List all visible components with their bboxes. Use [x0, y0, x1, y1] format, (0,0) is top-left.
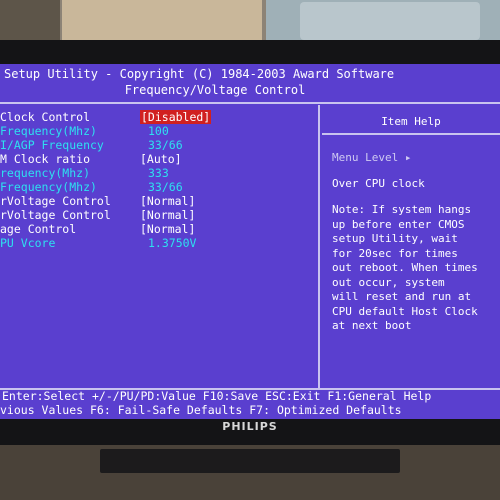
- setting-label: Frequency(Mhz): [0, 124, 97, 138]
- setting-label: rVoltage Control: [0, 208, 111, 222]
- divider-vertical: [318, 105, 320, 388]
- wall-picture-inner: [300, 2, 480, 40]
- setting-label: requency(Mhz): [0, 166, 91, 180]
- desk: [0, 445, 500, 500]
- bios-header: Setup Utility - Copyright (C) 1984-2003 …: [0, 64, 500, 104]
- setting-label: Clock Control: [0, 110, 91, 124]
- divider-top: [0, 102, 500, 104]
- monitor-brand-logo: PHILIPS: [222, 420, 278, 433]
- bios-title: Setup Utility - Copyright (C) 1984-2003 …: [4, 67, 395, 81]
- setting-label: M Clock ratio: [0, 152, 91, 166]
- bios-page-title: Frequency/Voltage Control: [124, 83, 306, 97]
- setting-value: 1.3750V: [148, 236, 197, 250]
- setting-label: age Control: [0, 222, 77, 236]
- help-item-title: Over CPU clock: [332, 177, 425, 190]
- setting-label: PU Vcore: [0, 236, 56, 250]
- help-note: Note: If system hangs up before enter CM…: [332, 203, 478, 332]
- setting-value: 33/66: [148, 180, 183, 194]
- setting-label: I/AGP Frequency: [0, 138, 104, 152]
- key-legend-line2: vious Values F6: Fail-Safe Defaults F7: …: [0, 403, 402, 417]
- menu-level: Menu Level ▸: [332, 151, 412, 164]
- key-legend-line1: Enter:Select +/-/PU/PD:Value F10:Save ES…: [2, 389, 432, 403]
- setting-value[interactable]: [Auto]: [140, 152, 182, 166]
- bios-screen: Setup Utility - Copyright (C) 1984-2003 …: [0, 64, 500, 419]
- setting-value: 33/66: [148, 138, 183, 152]
- setting-label: Frequency(Mhz): [0, 180, 97, 194]
- wall-decor: [62, 0, 262, 42]
- setting-value[interactable]: [Normal]: [140, 194, 195, 208]
- setting-value[interactable]: [Normal]: [140, 208, 195, 222]
- setting-label: rVoltage Control: [0, 194, 111, 208]
- setting-value[interactable]: [Normal]: [140, 222, 195, 236]
- help-title-divider: [322, 133, 500, 135]
- setting-value-selected[interactable]: [Disabled]: [140, 110, 212, 124]
- monitor-stand: [100, 449, 400, 473]
- setting-value: 100: [148, 124, 169, 138]
- help-title: Item Help: [381, 115, 441, 128]
- wall-decor: [0, 0, 60, 40]
- setting-value: 333: [148, 166, 169, 180]
